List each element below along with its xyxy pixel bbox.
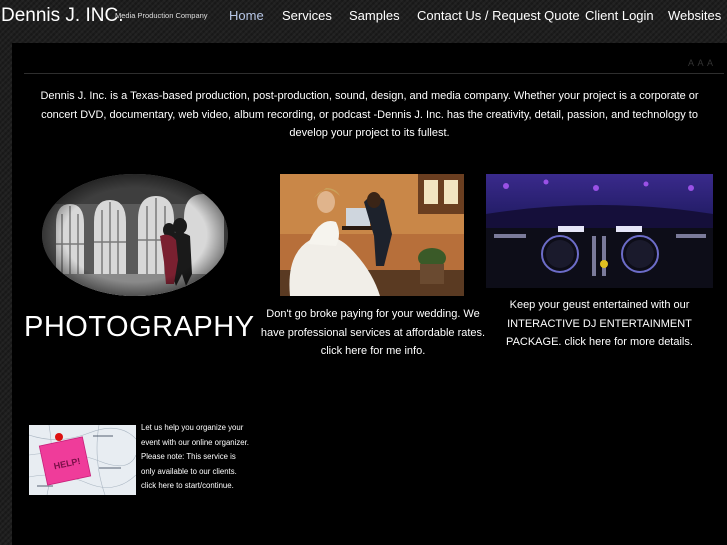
- photography-image[interactable]: [42, 174, 228, 296]
- intro-paragraph: Dennis J. Inc. is a Texas-based producti…: [40, 90, 699, 139]
- wedding-caption: Don't go broke paying for your wedding. …: [260, 305, 486, 361]
- photography-title[interactable]: PHOTOGRAPHY: [24, 311, 255, 344]
- nav-home[interactable]: Home: [229, 8, 264, 23]
- nav-websites[interactable]: Websites: [668, 8, 721, 23]
- organizer-start-link[interactable]: click here to start/continue.: [141, 481, 234, 490]
- site-header: Dennis J. INC. Media Production Company …: [0, 0, 727, 32]
- nav-contact[interactable]: Contact Us / Request Quote: [417, 8, 580, 23]
- site-tagline: Media Production Company: [115, 11, 208, 20]
- nav-client-login[interactable]: Client Login: [585, 8, 654, 23]
- divider: [24, 73, 724, 74]
- nav-services[interactable]: Services: [282, 8, 332, 23]
- wedding-caption-text: Don't go broke paying for your wedding. …: [260, 308, 486, 339]
- site-logo[interactable]: Dennis J. INC.: [1, 5, 123, 27]
- organizer-image[interactable]: HELP!: [29, 425, 136, 495]
- wedding-image[interactable]: [280, 174, 464, 296]
- dj-details-link[interactable]: click here for more details.: [565, 336, 693, 348]
- wedding-info-link[interactable]: click here for me info.: [321, 345, 426, 357]
- main-content-panel: A A A Dennis J. Inc. is a Texas-based pr…: [12, 43, 727, 545]
- nav-samples[interactable]: Samples: [349, 8, 400, 23]
- dj-caption: Keep your geust entertained with our INT…: [486, 296, 713, 352]
- organizer-caption-text: Let us help you organize your event with…: [141, 423, 249, 476]
- text-size-control[interactable]: A A A: [688, 58, 714, 68]
- organizer-caption: Let us help you organize your event with…: [141, 421, 251, 494]
- dj-equipment-image[interactable]: [486, 174, 713, 288]
